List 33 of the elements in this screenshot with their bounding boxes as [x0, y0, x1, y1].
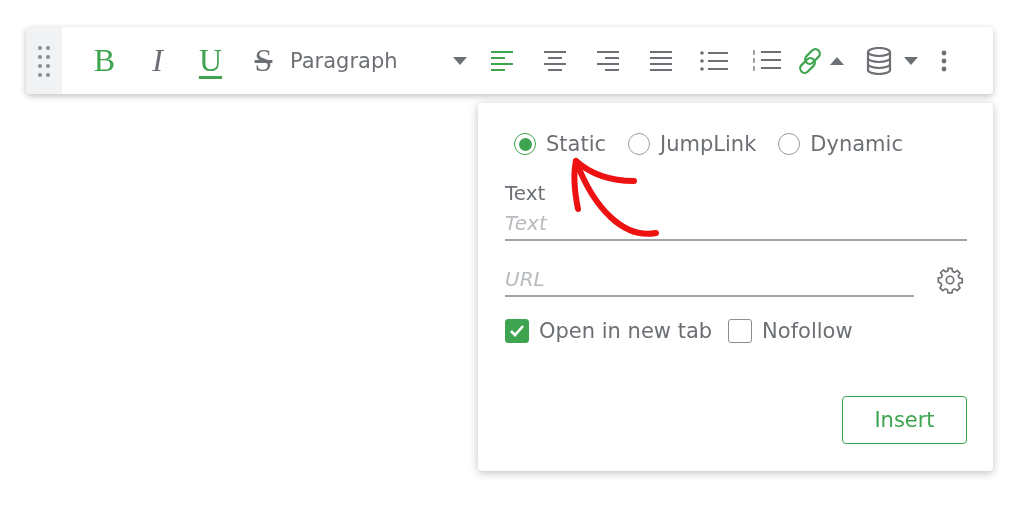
- drag-handle[interactable]: [26, 27, 62, 94]
- align-left-icon: [488, 49, 515, 72]
- paragraph-dropdown[interactable]: Paragraph: [290, 37, 475, 84]
- align-justify-icon: [647, 49, 674, 72]
- bold-button[interactable]: B: [78, 37, 131, 84]
- field-label: Text: [505, 181, 546, 205]
- checkbox-label: Open in new tab: [539, 319, 713, 343]
- link-type-radio[interactable]: Static: [514, 129, 607, 159]
- text-input-field[interactable]: Text: [505, 207, 967, 241]
- radio-label: Static: [546, 132, 607, 156]
- link-type-radio[interactable]: JumpLink: [628, 129, 757, 159]
- option-checkbox[interactable]: Nofollow: [728, 319, 853, 343]
- align-right-icon: [594, 49, 621, 72]
- italic-button[interactable]: I: [131, 37, 184, 84]
- option-checkbox[interactable]: Open in new tab: [505, 319, 713, 343]
- insert-button[interactable]: Insert: [842, 396, 967, 444]
- strike-button[interactable]: S: [237, 37, 290, 84]
- checkbox-label: Nofollow: [762, 319, 853, 343]
- link-type-radio[interactable]: Dynamic: [778, 129, 903, 159]
- settings-icon[interactable]: [936, 266, 964, 294]
- radio-label: Dynamic: [810, 132, 903, 156]
- caret-icon: [904, 56, 918, 65]
- underline-button[interactable]: U: [184, 37, 237, 84]
- more-icon: [941, 49, 947, 72]
- database-icon: [866, 46, 892, 75]
- align-center-icon: [541, 49, 568, 72]
- numbered-list-icon: [751, 48, 782, 73]
- caret-icon: [453, 56, 467, 65]
- radio-label: JumpLink: [660, 132, 757, 156]
- caret-icon: [830, 56, 844, 65]
- grip-icon: [37, 43, 51, 78]
- bullet-list-icon: [698, 49, 729, 72]
- url-input-field[interactable]: URL: [505, 263, 914, 297]
